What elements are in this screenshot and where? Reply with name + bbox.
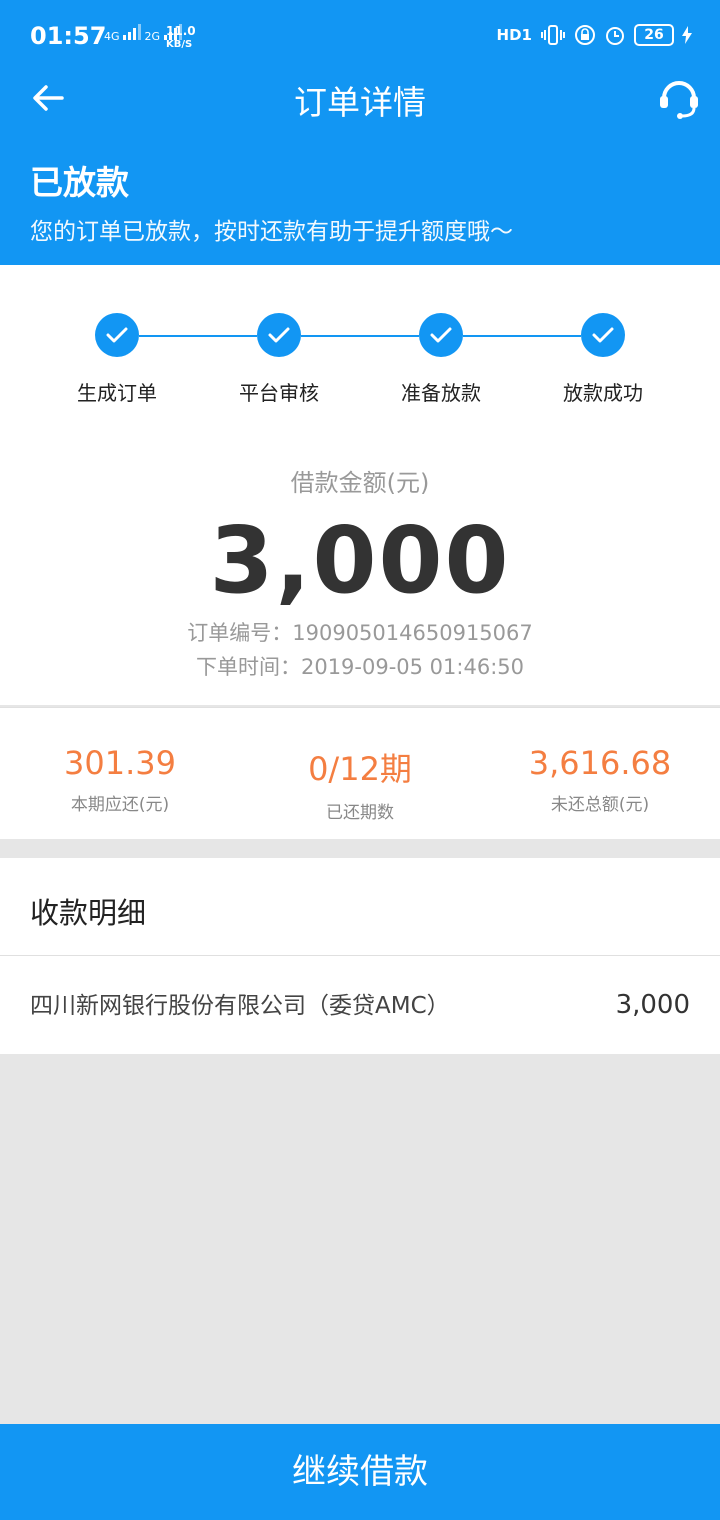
step-item: 生成订单 xyxy=(37,313,197,406)
repayment-stats: 301.39 本期应还(元) 0/12期 已还期数 3,616.68 未还总额(… xyxy=(0,707,720,839)
signal-icon xyxy=(123,24,142,40)
stat-current-due: 301.39 本期应还(元) xyxy=(0,744,240,815)
receipt-amount: 3,000 xyxy=(615,990,690,1020)
section-title: 收款明细 xyxy=(30,896,147,930)
stat-total-outstanding: 3,616.68 未还总额(元) xyxy=(480,744,720,815)
alarm-icon xyxy=(606,27,624,45)
speed-value: 11.0 xyxy=(166,24,196,38)
vibrate-icon xyxy=(541,25,565,45)
stat-value: 301.39 xyxy=(64,744,176,782)
loan-summary-card: 生成订单 平台审核 准备放款 放款成功 借款金额(元) 3,000 订单编号：1… xyxy=(0,265,720,705)
status-time: 01:57 xyxy=(30,22,107,50)
step-item: 平台审核 xyxy=(199,313,359,406)
order-time: 下单时间：2019-09-05 01:46:50 xyxy=(195,655,525,679)
step-label: 放款成功 xyxy=(563,381,643,405)
check-icon xyxy=(419,313,463,357)
loan-amount-label: 借款金额(元) xyxy=(290,469,430,497)
continue-borrowing-button[interactable]: 继续借款 xyxy=(0,1424,720,1520)
check-icon xyxy=(95,313,139,357)
speed-unit: KB/S xyxy=(166,39,193,50)
header-area: 01:57 4G 2G 11.0 KB/S HD1 26 订单详情 已放款 您的… xyxy=(0,0,720,265)
check-icon xyxy=(581,313,625,357)
step-item: 放款成功 xyxy=(523,313,683,406)
loan-amount: 3,000 xyxy=(209,507,511,614)
network-speed: 11.0 KB/S xyxy=(166,25,196,51)
stat-label: 已还期数 xyxy=(326,803,394,823)
network-2: 2G xyxy=(144,30,161,43)
stat-label: 本期应还(元) xyxy=(70,795,170,815)
order-status-title: 已放款 xyxy=(30,163,129,202)
step-item: 准备放款 xyxy=(361,313,521,406)
order-status-subtitle: 您的订单已放款，按时还款有助于提升额度哦～ xyxy=(30,219,513,245)
lock-rotation-icon xyxy=(575,25,595,45)
step-label: 准备放款 xyxy=(401,381,481,405)
status-bar: 01:57 4G 2G 11.0 KB/S HD1 26 xyxy=(0,0,720,72)
stat-label: 未还总额(元) xyxy=(550,795,650,815)
status-icons: HD1 26 xyxy=(497,24,692,46)
progress-steps: 生成订单 平台审核 准备放款 放款成功 xyxy=(0,313,720,413)
check-icon xyxy=(257,313,301,357)
customer-service-icon[interactable] xyxy=(656,74,702,120)
network-1: 4G xyxy=(104,30,120,43)
receipt-payee: 四川新网银行股份有限公司（委贷AMC） xyxy=(30,993,450,1019)
order-number: 订单编号：190905014650915067 xyxy=(187,621,533,645)
page-title: 订单详情 xyxy=(294,83,426,122)
step-label: 平台审核 xyxy=(239,381,319,405)
stat-value: 0/12期 xyxy=(308,750,412,788)
divider xyxy=(0,955,720,956)
charging-icon xyxy=(682,26,692,44)
battery-level: 26 xyxy=(634,24,674,46)
nav-bar: 订单详情 xyxy=(0,72,720,124)
receipt-details: 收款明细 四川新网银行股份有限公司（委贷AMC） 3,000 xyxy=(0,858,720,1054)
stat-value: 3,616.68 xyxy=(528,744,672,782)
step-label: 生成订单 xyxy=(77,381,157,405)
hd-indicator: HD1 xyxy=(496,26,532,44)
stat-periods-paid: 0/12期 已还期数 xyxy=(240,744,480,823)
